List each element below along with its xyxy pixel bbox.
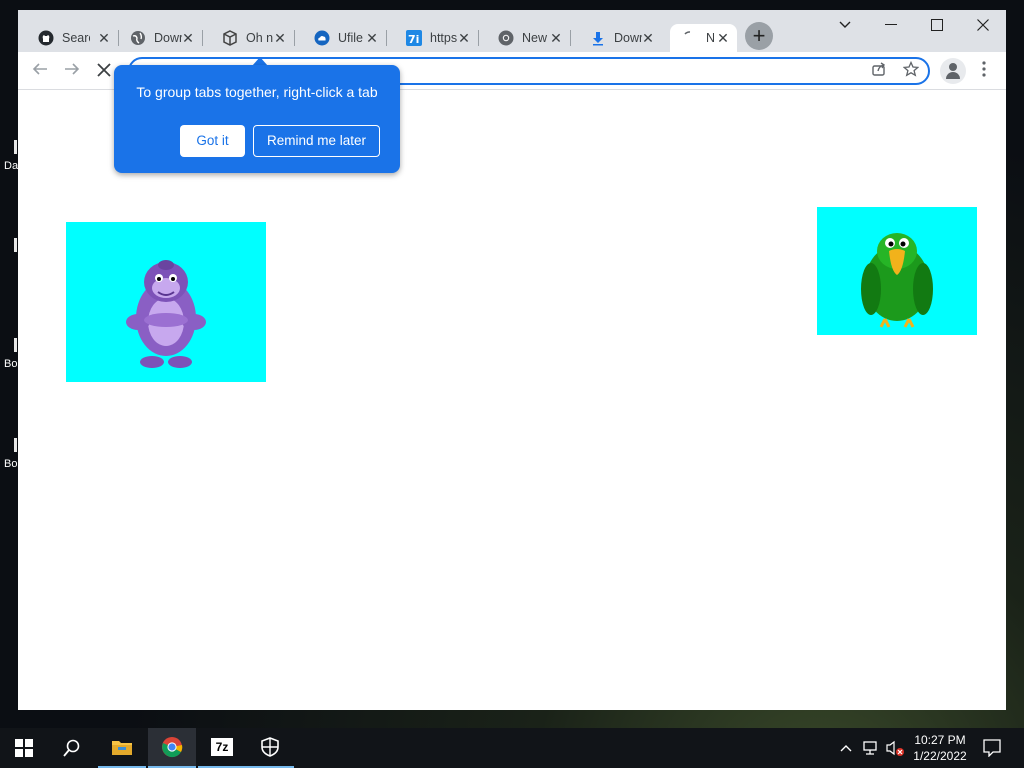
- 7i-icon: 7i: [406, 30, 422, 46]
- clock-date: 1/22/2022: [913, 749, 967, 763]
- bookmark-star-icon[interactable]: [900, 60, 922, 83]
- maximize-button[interactable]: [914, 10, 960, 40]
- close-icon[interactable]: ✕: [548, 30, 564, 46]
- file-explorer-button[interactable]: [98, 728, 146, 768]
- minimize-icon: [885, 24, 897, 25]
- search-icon: [63, 739, 80, 757]
- tab-strip: Searc ✕ Dowr ✕ Oh n ✕ Ufile ✕: [18, 10, 1006, 52]
- tab-title: Ufile: [338, 31, 364, 45]
- green-parrot-image: [817, 207, 977, 335]
- loading-icon: [682, 30, 698, 46]
- tab[interactable]: Oh n ✕: [202, 24, 295, 52]
- 7zip-icon-label: 7z: [215, 740, 229, 754]
- close-window-button[interactable]: [960, 10, 1006, 40]
- got-it-button[interactable]: Got it: [180, 125, 245, 157]
- tab[interactable]: Searc ✕: [18, 24, 119, 52]
- stop-icon: [97, 63, 111, 77]
- cloud-icon: [314, 30, 330, 46]
- minimize-button[interactable]: [868, 10, 914, 40]
- network-button[interactable]: [860, 728, 880, 768]
- taskbar: 7z 10:27 PM 1/22/2022: [0, 728, 1024, 768]
- close-icon[interactable]: ✕: [272, 30, 288, 46]
- desktop-icon[interactable]: [0, 238, 18, 258]
- start-button[interactable]: [0, 728, 48, 768]
- maximize-icon: [931, 19, 943, 31]
- package-icon: [222, 30, 238, 46]
- purple-gorilla-image: [66, 222, 266, 382]
- chrome-taskbar-button[interactable]: [148, 728, 196, 768]
- tab-group-callout: To group tabs together, right-click a ta…: [114, 65, 400, 173]
- tab-title: Oh n: [246, 31, 274, 45]
- download-icon: [590, 30, 606, 46]
- chevron-up-icon: [840, 745, 852, 752]
- show-hidden-icons-button[interactable]: [838, 728, 854, 768]
- volume-button[interactable]: [884, 728, 906, 768]
- tab-active[interactable]: N ✕: [670, 24, 737, 52]
- github-icon: [38, 30, 54, 46]
- new-tab-button[interactable]: +: [745, 22, 773, 50]
- tab-title: Searc: [62, 31, 90, 45]
- security-icon: [261, 737, 279, 757]
- menu-button[interactable]: [972, 59, 996, 83]
- chevron-down-icon: [839, 21, 851, 28]
- tab[interactable]: 7i https ✕: [386, 24, 479, 52]
- tab[interactable]: Ufile ✕: [294, 24, 387, 52]
- clock-time: 10:27 PM: [914, 733, 966, 747]
- start-icon: [15, 739, 33, 757]
- desktop-icon[interactable]: Bo: [0, 438, 18, 470]
- stop-loading-button[interactable]: [92, 59, 116, 83]
- tab[interactable]: Dowr ✕: [570, 24, 662, 52]
- close-icon[interactable]: ✕: [364, 30, 380, 46]
- file-explorer-icon: [112, 741, 132, 755]
- desktop-icon[interactable]: Bo: [0, 338, 18, 370]
- forward-button[interactable]: [60, 59, 84, 83]
- forward-arrow-icon: [65, 63, 80, 75]
- network-icon: [863, 741, 877, 755]
- tab-title: Dowr: [154, 31, 182, 45]
- back-button[interactable]: [28, 59, 52, 83]
- search-button[interactable]: [48, 728, 96, 768]
- profile-avatar[interactable]: [940, 58, 966, 84]
- callout-message: To group tabs together, right-click a ta…: [136, 84, 378, 100]
- close-icon: [977, 19, 989, 31]
- tab-title: Dowr: [614, 31, 642, 45]
- volume-muted-icon: [886, 740, 904, 756]
- 7zip-button[interactable]: 7z: [198, 728, 246, 768]
- desktop-icon[interactable]: Da: [0, 140, 18, 172]
- close-icon[interactable]: ✕: [715, 30, 731, 46]
- close-icon[interactable]: ✕: [180, 30, 196, 46]
- system-clock[interactable]: 10:27 PM 1/22/2022: [906, 732, 974, 764]
- share-icon[interactable]: [868, 61, 890, 83]
- tab[interactable]: New ✕: [478, 24, 571, 52]
- remind-later-button[interactable]: Remind me later: [253, 125, 380, 157]
- notifications-button[interactable]: [980, 728, 1004, 768]
- close-icon[interactable]: ✕: [456, 30, 472, 46]
- tab-title: https: [430, 31, 458, 45]
- chrome-icon: [498, 30, 514, 46]
- kebab-menu-icon: [982, 61, 986, 77]
- tab[interactable]: Dowr ✕: [110, 24, 203, 52]
- back-arrow-icon: [32, 63, 47, 75]
- globe-icon: [130, 30, 146, 46]
- tab-title: New: [522, 31, 548, 45]
- notification-icon: [983, 739, 1001, 757]
- svg-text:7i: 7i: [408, 33, 419, 46]
- chrome-icon: [162, 737, 183, 758]
- close-icon[interactable]: ✕: [640, 30, 656, 46]
- tab-search-button[interactable]: [822, 10, 868, 40]
- security-button[interactable]: [246, 728, 294, 768]
- 7zip-icon: 7z: [211, 738, 233, 756]
